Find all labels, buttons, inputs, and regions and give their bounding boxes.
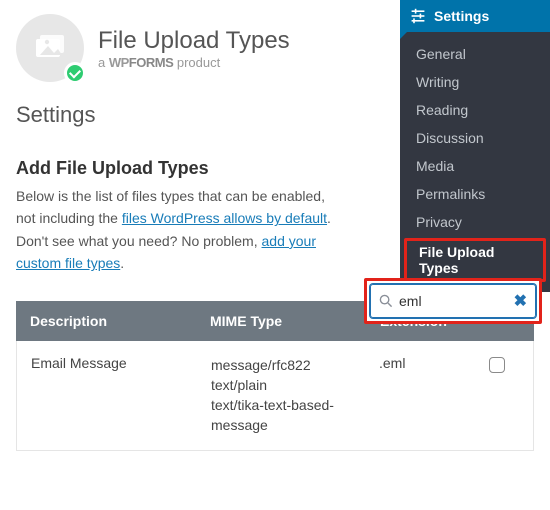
- plugin-subtitle: a WPFORMS product: [98, 55, 290, 70]
- clear-search-icon[interactable]: ✖: [514, 291, 527, 311]
- col-header-mime: MIME Type: [210, 313, 380, 329]
- cell-mime: message/rfc822 text/plain text/tika-text…: [211, 355, 379, 436]
- sidebar-items: General Writing Reading Discussion Media…: [400, 32, 550, 292]
- sidebar-item-writing[interactable]: Writing: [400, 68, 550, 96]
- title-block: File Upload Types a WPFORMS product: [98, 27, 290, 70]
- search-box[interactable]: ✖: [370, 284, 536, 318]
- sidebar-item-file-upload-types[interactable]: File Upload Types: [404, 238, 546, 282]
- sidebar-item-permalinks[interactable]: Permalinks: [400, 180, 550, 208]
- search-highlight: ✖: [364, 278, 542, 324]
- settings-sidebar: Settings General Writing Reading Discuss…: [400, 0, 550, 292]
- sidebar-item-media[interactable]: Media: [400, 152, 550, 180]
- table-row: Email Message message/rfc822 text/plain …: [17, 341, 533, 450]
- sidebar-item-discussion[interactable]: Discussion: [400, 124, 550, 152]
- search-input[interactable]: [399, 293, 508, 309]
- sidebar-item-general[interactable]: General: [400, 40, 550, 68]
- search-icon: [379, 294, 393, 308]
- sidebar-item-reading[interactable]: Reading: [400, 96, 550, 124]
- table-body: Email Message message/rfc822 text/plain …: [16, 341, 534, 451]
- sidebar-item-privacy[interactable]: Privacy: [400, 208, 550, 236]
- sidebar-title: Settings: [434, 8, 489, 24]
- cell-extension: .eml: [379, 355, 489, 371]
- plugin-logo: [16, 14, 84, 82]
- col-header-description: Description: [30, 313, 210, 329]
- cell-description: Email Message: [31, 355, 211, 371]
- sliders-icon: [410, 8, 426, 24]
- section-description: Below is the list of files types that ca…: [16, 185, 336, 275]
- images-icon: [32, 33, 68, 63]
- sidebar-heading[interactable]: Settings: [400, 0, 550, 32]
- row-checkbox[interactable]: [489, 357, 505, 373]
- link-default-types[interactable]: files WordPress allows by default: [122, 210, 327, 226]
- plugin-title: File Upload Types: [98, 27, 290, 55]
- check-badge-icon: [64, 62, 86, 84]
